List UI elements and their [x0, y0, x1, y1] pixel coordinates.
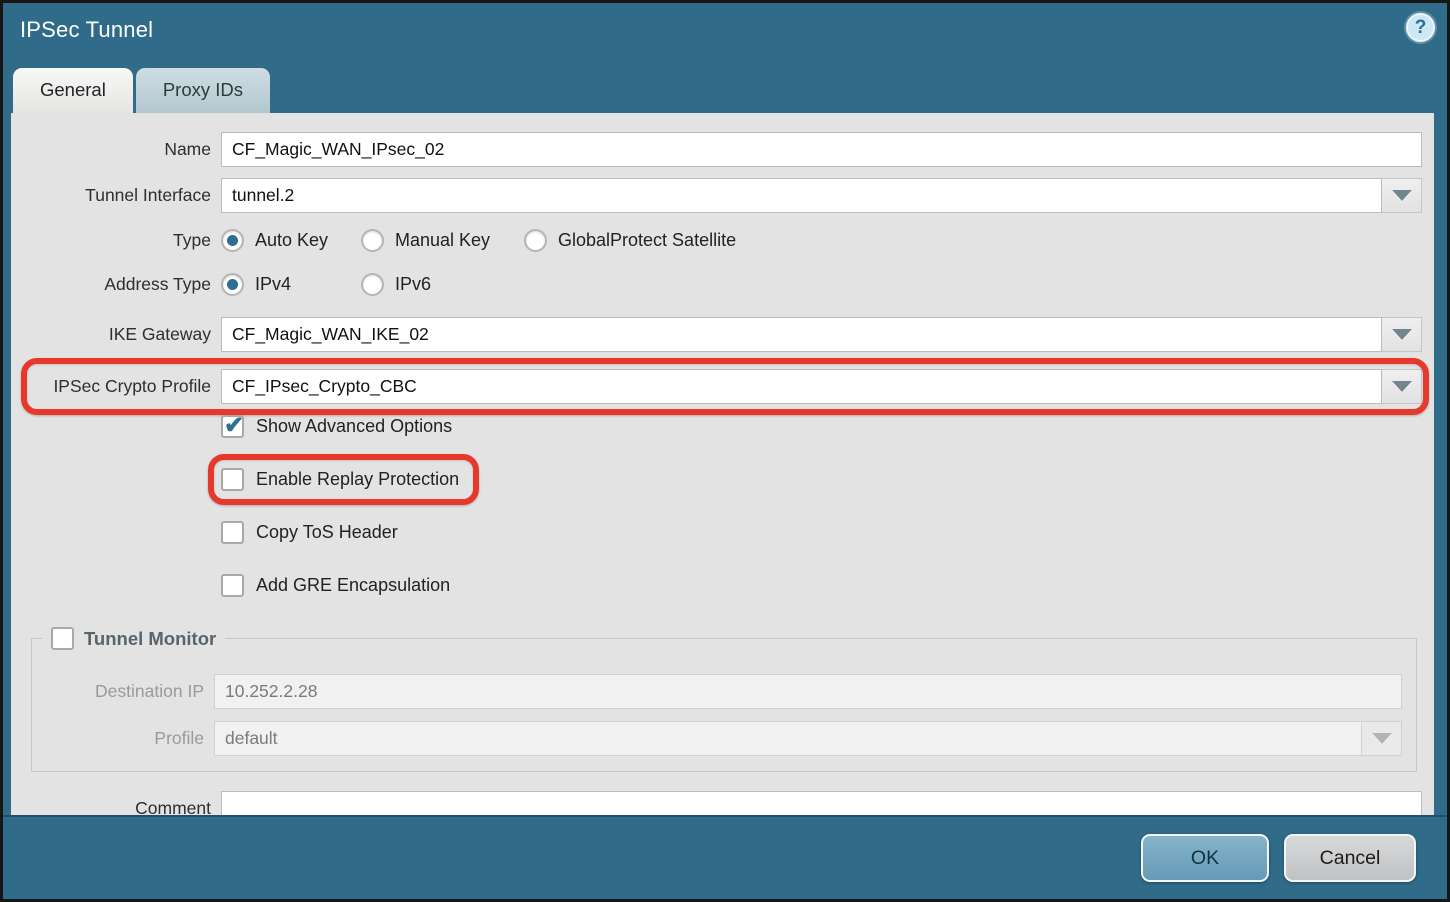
type-label: Type — [11, 230, 211, 251]
chevron-down-icon — [1392, 190, 1412, 201]
comment-row: Comment — [11, 791, 1422, 815]
name-row: Name — [11, 132, 1422, 167]
ipsec-tunnel-dialog: IPSec Tunnel ? General Proxy IDs Name Tu… — [0, 0, 1450, 902]
tab-bar: General Proxy IDs — [3, 65, 1447, 113]
enable-replay-protection-checkbox[interactable] — [221, 468, 244, 491]
page-title: IPSec Tunnel — [20, 17, 153, 43]
radio-ipv6-label: IPv6 — [395, 274, 431, 295]
radio-manual-key[interactable] — [361, 229, 384, 252]
ike-gateway-field[interactable] — [221, 317, 1382, 352]
ipsec-crypto-profile-combo — [221, 369, 1422, 404]
ike-gateway-row: IKE Gateway — [11, 317, 1422, 352]
radio-option-ipv6[interactable]: IPv6 — [361, 273, 431, 296]
profile-field — [214, 721, 1362, 756]
radio-globalprotect-satellite-label: GlobalProtect Satellite — [558, 230, 736, 251]
radio-option-globalprotect-satellite[interactable]: GlobalProtect Satellite — [524, 229, 736, 252]
address-type-row: Address Type IPv4 IPv6 — [11, 273, 1422, 296]
enable-replay-protection-label: Enable Replay Protection — [256, 469, 459, 490]
radio-auto-key-label: Auto Key — [255, 230, 328, 251]
address-type-label: Address Type — [11, 274, 211, 295]
tunnel-monitor-fieldset: Tunnel Monitor Destination IP Profile — [31, 627, 1417, 772]
tab-proxy-ids-label: Proxy IDs — [163, 79, 243, 100]
radio-auto-key[interactable] — [221, 229, 244, 252]
name-label: Name — [11, 139, 211, 160]
ipsec-crypto-profile-field[interactable] — [221, 369, 1382, 404]
tunnel-interface-dropdown-button[interactable] — [1382, 178, 1422, 213]
destination-ip-row: Destination IP — [32, 674, 1402, 709]
chevron-down-icon — [1372, 733, 1392, 744]
tunnel-monitor-label: Tunnel Monitor — [84, 628, 216, 650]
question-mark-icon: ? — [1415, 17, 1427, 39]
destination-ip-field — [214, 674, 1402, 709]
radio-ipv4-label: IPv4 — [255, 274, 291, 295]
ike-gateway-label: IKE Gateway — [11, 324, 211, 345]
enable-replay-protection-row: Enable Replay Protection — [221, 468, 1434, 496]
profile-row: Profile — [32, 721, 1402, 756]
add-gre-encapsulation-label: Add GRE Encapsulation — [256, 575, 450, 596]
profile-label: Profile — [32, 728, 204, 749]
chevron-down-icon — [1392, 381, 1412, 392]
radio-ipv4[interactable] — [221, 273, 244, 296]
tab-general-label: General — [40, 79, 106, 100]
help-button[interactable]: ? — [1406, 13, 1435, 42]
show-advanced-options-option[interactable]: Show Advanced Options — [221, 415, 452, 438]
add-gre-encapsulation-row: Add GRE Encapsulation — [221, 574, 1434, 602]
ipsec-crypto-profile-row: IPSec Crypto Profile — [11, 369, 1422, 404]
profile-dropdown-button — [1362, 721, 1402, 756]
tab-general[interactable]: General — [13, 68, 133, 113]
copy-tos-header-option[interactable]: Copy ToS Header — [221, 521, 398, 544]
comment-field[interactable] — [221, 791, 1422, 815]
dialog-footer: OK Cancel — [3, 815, 1447, 899]
copy-tos-header-label: Copy ToS Header — [256, 522, 398, 543]
copy-tos-header-row: Copy ToS Header — [221, 521, 1434, 549]
ok-button[interactable]: OK — [1141, 834, 1269, 882]
dialog-titlebar: IPSec Tunnel ? — [3, 3, 1447, 65]
ipsec-crypto-profile-label: IPSec Crypto Profile — [11, 376, 211, 397]
copy-tos-header-checkbox[interactable] — [221, 521, 244, 544]
type-radio-group: Auto Key Manual Key GlobalProtect Satell… — [221, 229, 1422, 252]
add-gre-encapsulation-checkbox[interactable] — [221, 574, 244, 597]
chevron-down-icon — [1392, 329, 1412, 340]
ipsec-crypto-profile-dropdown-button[interactable] — [1382, 369, 1422, 404]
tunnel-interface-field[interactable] — [221, 178, 1382, 213]
tunnel-monitor-checkbox[interactable] — [51, 627, 74, 650]
comment-label: Comment — [11, 798, 211, 815]
address-type-radio-group: IPv4 IPv6 — [221, 273, 1422, 296]
advanced-options-list: Show Advanced Options Enable Replay Prot… — [221, 415, 1434, 602]
show-advanced-options-row: Show Advanced Options — [221, 415, 1434, 443]
tunnel-interface-combo — [221, 178, 1422, 213]
ike-gateway-dropdown-button[interactable] — [1382, 317, 1422, 352]
radio-globalprotect-satellite[interactable] — [524, 229, 547, 252]
tab-proxy-ids[interactable]: Proxy IDs — [136, 68, 270, 113]
radio-ipv6[interactable] — [361, 273, 384, 296]
show-advanced-options-checkbox[interactable] — [221, 415, 244, 438]
profile-combo — [214, 721, 1402, 756]
show-advanced-options-label: Show Advanced Options — [256, 416, 452, 437]
radio-option-ipv4[interactable]: IPv4 — [221, 273, 361, 296]
type-row: Type Auto Key Manual Key GlobalProtect S… — [11, 229, 1422, 252]
radio-option-manual-key[interactable]: Manual Key — [361, 229, 524, 252]
radio-option-auto-key[interactable]: Auto Key — [221, 229, 361, 252]
general-tab-panel: Name Tunnel Interface Type Auto Key — [11, 113, 1434, 815]
radio-manual-key-label: Manual Key — [395, 230, 490, 251]
tunnel-interface-row: Tunnel Interface — [11, 178, 1422, 213]
enable-replay-protection-option[interactable]: Enable Replay Protection — [221, 468, 459, 491]
destination-ip-label: Destination IP — [32, 681, 204, 702]
ike-gateway-combo — [221, 317, 1422, 352]
tunnel-interface-label: Tunnel Interface — [11, 185, 211, 206]
name-field[interactable] — [221, 132, 1422, 167]
add-gre-encapsulation-option[interactable]: Add GRE Encapsulation — [221, 574, 450, 597]
cancel-button[interactable]: Cancel — [1284, 834, 1416, 882]
tunnel-monitor-legend: Tunnel Monitor — [42, 627, 225, 650]
